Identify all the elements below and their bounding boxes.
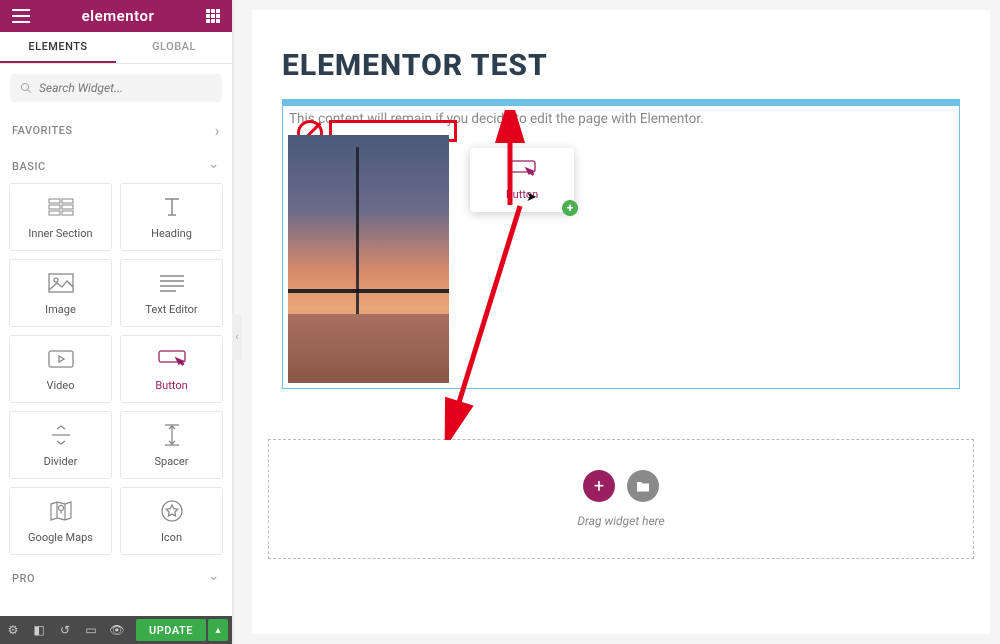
widget-image[interactable]: Image xyxy=(9,259,112,327)
spacer-icon xyxy=(158,423,186,447)
elementor-sidebar: elementor ELEMENTS GLOBAL FAVORITES BASI… xyxy=(0,0,232,644)
video-icon xyxy=(47,347,75,371)
tab-elements[interactable]: ELEMENTS xyxy=(0,32,116,63)
editor-canvas: ELEMENTOR TEST This content will remain … xyxy=(252,10,990,634)
brand-logo: elementor xyxy=(82,7,155,25)
tab-global[interactable]: GLOBAL xyxy=(116,32,232,63)
add-section-button[interactable]: + xyxy=(583,470,615,502)
button-icon xyxy=(508,160,536,182)
update-button[interactable]: UPDATE xyxy=(136,619,206,641)
dropzone-buttons: + xyxy=(583,470,659,502)
google-maps-icon xyxy=(47,499,75,523)
widget-text-editor[interactable]: Text Editor xyxy=(120,259,223,327)
collapse-handle[interactable]: ‹ xyxy=(232,314,242,360)
divider-icon xyxy=(47,423,75,447)
widget-divider[interactable]: Divider xyxy=(9,411,112,479)
update-caret[interactable]: ▴ xyxy=(208,619,228,641)
sidebar-header: elementor xyxy=(0,0,232,32)
heading-icon xyxy=(158,195,186,219)
content-image[interactable] xyxy=(288,135,449,383)
widget-button[interactable]: Button xyxy=(120,335,223,403)
page-title: ELEMENTOR TEST xyxy=(252,10,990,99)
section-basic[interactable]: BASIC xyxy=(0,149,232,183)
search-input[interactable] xyxy=(39,81,212,95)
responsive-icon[interactable]: ▭ xyxy=(78,616,104,644)
widgets-grid: Inner Section Heading Image Text Editor … xyxy=(0,183,232,555)
chevron-right-icon xyxy=(215,121,220,140)
template-button[interactable] xyxy=(627,470,659,502)
button-icon xyxy=(158,347,186,371)
dropzone-text: Drag widget here xyxy=(577,514,664,528)
sidebar-footer: ⚙ ◧ ↺ ▭ 👁 UPDATE ▴ xyxy=(0,616,232,644)
widget-spacer[interactable]: Spacer xyxy=(120,411,223,479)
search-icon xyxy=(20,82,32,94)
section-favorites[interactable]: FAVORITES xyxy=(0,112,232,149)
inner-section-icon xyxy=(47,195,75,219)
drag-ghost: Button + xyxy=(470,148,574,212)
folder-icon xyxy=(636,480,650,492)
settings-icon[interactable]: ⚙ xyxy=(0,616,26,644)
drag-plus-icon: + xyxy=(562,200,578,216)
canvas-section[interactable]: This content will remain if you decide t… xyxy=(282,99,960,389)
preview-icon[interactable]: 👁 xyxy=(104,616,130,644)
widget-video[interactable]: Video xyxy=(9,335,112,403)
menu-icon[interactable] xyxy=(12,9,30,23)
drop-zone[interactable]: + Drag widget here xyxy=(268,439,974,559)
text-editor-icon xyxy=(158,271,186,295)
widget-icon[interactable]: Icon xyxy=(120,487,223,555)
navigator-icon[interactable]: ◧ xyxy=(26,616,52,644)
widget-inner-section[interactable]: Inner Section xyxy=(9,183,112,251)
section-pro[interactable]: PRO xyxy=(0,561,232,595)
drag-ghost-label: Button xyxy=(506,188,538,201)
apps-icon[interactable] xyxy=(206,9,220,23)
chevron-down-icon xyxy=(208,570,220,586)
icon-icon xyxy=(158,499,186,523)
widget-google-maps[interactable]: Google Maps xyxy=(9,487,112,555)
chevron-down-icon xyxy=(208,158,220,174)
widget-heading[interactable]: Heading xyxy=(120,183,223,251)
history-icon[interactable]: ↺ xyxy=(52,616,78,644)
search-box xyxy=(10,74,222,102)
image-icon xyxy=(47,271,75,295)
panel-tabs: ELEMENTS GLOBAL xyxy=(0,32,232,64)
